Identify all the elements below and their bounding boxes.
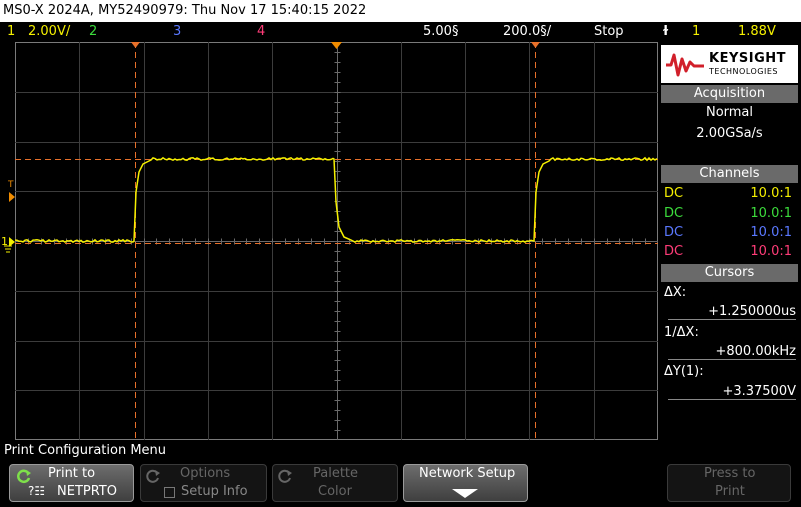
channel-coupling: DC — [664, 242, 683, 261]
options-label: Options — [180, 466, 230, 481]
title-text: MS0-X 2024A, MY52490979: Thu Nov 17 15:4… — [3, 3, 366, 18]
ch1-scale[interactable]: 2.00V/ — [28, 22, 70, 42]
channel-probe-ratio: 10.0:1 — [750, 184, 792, 203]
print-label: Print — [715, 484, 745, 499]
left-markers: T 1 — [0, 42, 15, 440]
channel-1-waveform — [15, 158, 657, 242]
menu-title: Print Configuration Menu — [4, 443, 166, 458]
delta-y-label: ΔY(1): — [664, 364, 794, 379]
time-position[interactable]: 5.00§ — [423, 22, 458, 42]
rotate-knob-icon — [277, 468, 293, 484]
ch3-number[interactable]: 3 — [173, 22, 181, 42]
setup-info-checkbox[interactable] — [164, 487, 175, 498]
press-to-label: Press to — [704, 466, 755, 481]
cursors-header[interactable]: Cursors — [661, 264, 798, 282]
ch4-number[interactable]: 4 — [257, 22, 265, 42]
trigger-edge-icon: ɫ — [662, 22, 669, 42]
acquisition-mode: Normal — [661, 105, 798, 120]
ch1-number[interactable]: 1 — [7, 22, 15, 42]
cursor-x2-marker — [531, 42, 540, 48]
press-to-print-button[interactable]: Press to Print — [667, 464, 791, 502]
channel-coupling: DC — [664, 184, 683, 203]
trigger-channel[interactable]: 1 — [692, 22, 700, 42]
print-to-label: Print to — [48, 466, 95, 481]
channel-coupling: DC — [664, 204, 683, 223]
inverse-delta-x-label: 1/ΔX: — [664, 325, 794, 340]
channel-probe-ratio: 10.0:1 — [750, 204, 792, 223]
channels-header[interactable]: Channels — [661, 165, 798, 183]
trigger-level[interactable]: 1.88V — [738, 22, 776, 42]
delta-x-label: ΔX: — [664, 285, 794, 300]
network-setup-button[interactable]: Network Setup — [403, 464, 528, 502]
setup-info-label: Setup Info — [181, 484, 248, 499]
rotate-knob-icon — [16, 468, 32, 484]
print-to-value: NETPRTO — [57, 484, 117, 499]
channel-probe-ratio: 10.0:1 — [750, 242, 792, 261]
channel-row-2[interactable]: DC 10.0:1 — [661, 204, 794, 223]
run-state[interactable]: Stop — [594, 22, 624, 42]
palette-label: Palette — [313, 466, 358, 481]
ch2-number[interactable]: 2 — [89, 22, 97, 42]
brand-logo: KEYSIGHT TECHNOLOGIES — [661, 45, 798, 83]
submenu-arrow-icon — [452, 489, 478, 499]
options-button[interactable]: Options Setup Info — [140, 464, 267, 502]
network-printer-icon: ?☷ — [28, 484, 45, 498]
channel-probe-ratio: 10.0:1 — [750, 223, 792, 242]
title-bar: MS0-X 2024A, MY52490979: Thu Nov 17 15:4… — [0, 0, 801, 22]
channel-row-4[interactable]: DC 10.0:1 — [661, 242, 794, 261]
waveform-display[interactable] — [15, 42, 658, 440]
rotate-knob-icon — [145, 468, 161, 484]
print-to-button[interactable]: Print to ?☷ NETPRTO — [9, 464, 134, 502]
palette-button[interactable]: Palette Color — [272, 464, 398, 502]
time-scale[interactable]: 200.0§/ — [503, 22, 551, 42]
trigger-position-marker — [331, 42, 342, 49]
delta-x-value: +1.250000us — [668, 304, 796, 320]
graticule — [15, 42, 658, 440]
cursor-x1-marker — [131, 42, 140, 48]
channel-coupling: DC — [664, 223, 683, 242]
status-bar: 1 2.00V/ 2 3 4 5.00§ 200.0§/ Stop ɫ 1 1.… — [0, 22, 801, 42]
acquisition-header[interactable]: Acquisition — [661, 85, 798, 103]
inverse-delta-x-value: +800.00kHz — [668, 344, 796, 360]
brand-name: KEYSIGHT — [709, 51, 786, 66]
ground-label: 1 — [1, 235, 8, 248]
channel-row-3[interactable]: DC 10.0:1 — [661, 223, 794, 242]
network-setup-label: Network Setup — [419, 466, 515, 481]
brand-sub: TECHNOLOGIES — [709, 67, 778, 76]
channel-row-1[interactable]: DC 10.0:1 — [661, 184, 794, 203]
palette-value: Color — [318, 484, 352, 499]
keysight-wave-icon — [665, 51, 705, 77]
side-panel: KEYSIGHT TECHNOLOGIES Acquisition Normal… — [658, 42, 801, 440]
delta-y-value: +3.37500V — [668, 384, 796, 400]
acquisition-rate: 2.00GSa/s — [661, 126, 798, 141]
